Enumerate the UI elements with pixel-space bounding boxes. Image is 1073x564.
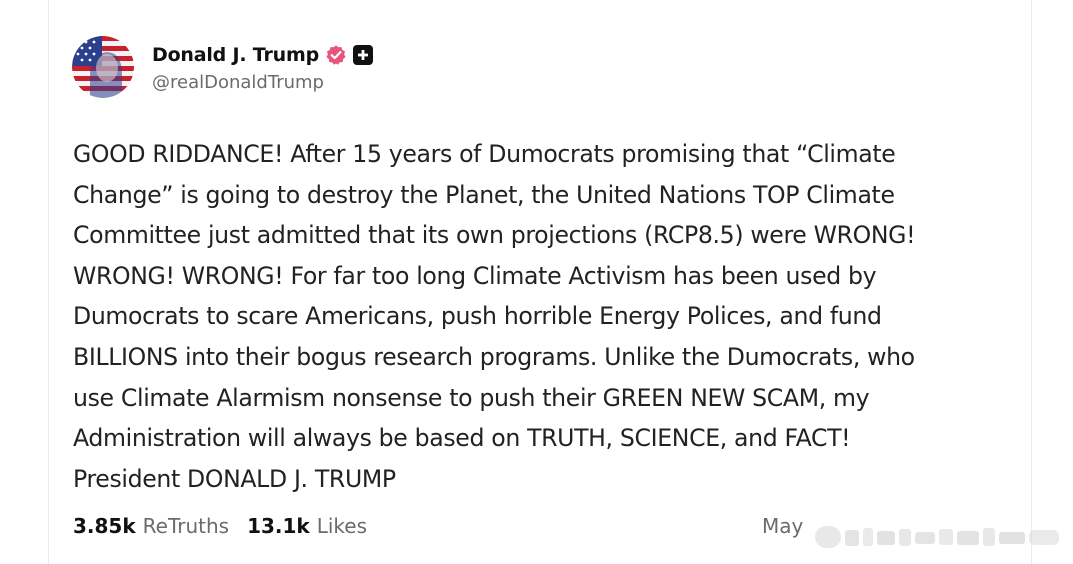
avatar-image [72, 36, 134, 98]
likes-count: 13.1k [247, 514, 310, 538]
post-header: Donald J. Trump @realDonaldTrump [72, 36, 373, 98]
post-stats: 3.85k ReTruths 13.1k Likes [73, 514, 385, 538]
post-card: Donald J. Trump @realDonaldTrump GOOD RI… [48, 0, 1059, 564]
avatar[interactable] [72, 36, 134, 98]
author-handle[interactable]: @realDonaldTrump [152, 72, 373, 93]
likes-stat[interactable]: 13.1k Likes [247, 514, 367, 538]
post-text: GOOD RIDDANCE! After 15 years of Dumocra… [73, 140, 916, 493]
author-display-name[interactable]: Donald J. Trump [152, 44, 319, 66]
author-identity: Donald J. Trump @realDonaldTrump [152, 41, 373, 93]
retruths-count: 3.85k [73, 514, 136, 538]
name-row: Donald J. Trump [152, 41, 373, 69]
likes-label: Likes [316, 514, 368, 538]
retruths-stat[interactable]: 3.85k ReTruths [73, 514, 229, 538]
post-date[interactable]: May [762, 514, 803, 538]
plus-square-icon [352, 45, 373, 65]
verified-badge-icon [326, 45, 346, 65]
watermark-blur [815, 526, 1059, 548]
retruths-label: ReTruths [142, 514, 230, 538]
